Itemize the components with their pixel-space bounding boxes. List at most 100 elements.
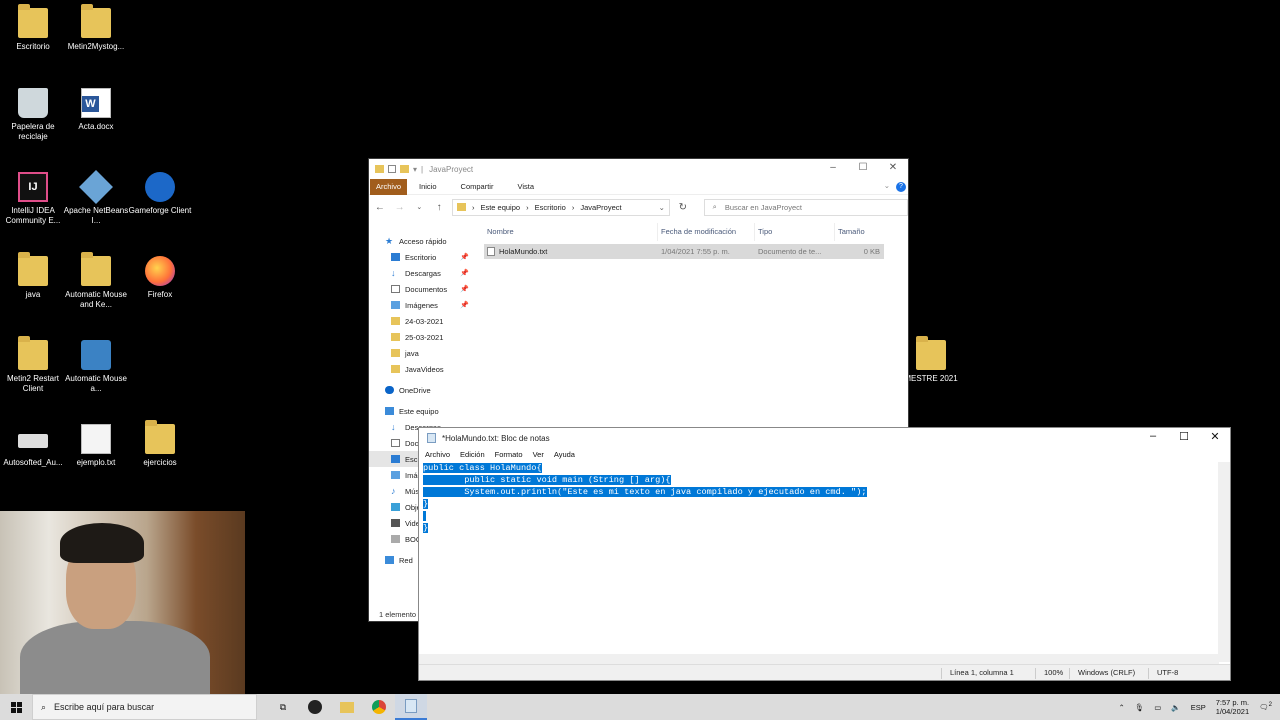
volume-icon[interactable]: 🔈	[1171, 703, 1180, 712]
start-button[interactable]	[0, 694, 32, 720]
nav-item-label: OneDrive	[399, 385, 431, 395]
desktop-icon-ejercicios[interactable]: ejercicios	[127, 420, 193, 468]
explorer-titlebar: ▾ | JavaProyect – ☐ ✕	[369, 159, 908, 179]
breadcrumb-javaproyect[interactable]: JavaProyect	[580, 203, 621, 212]
minimize-button[interactable]: –	[818, 162, 848, 173]
column-header-tipo[interactable]: Tipo	[755, 223, 835, 241]
menu-formato[interactable]: Formato	[495, 450, 523, 459]
close-button[interactable]: ✕	[878, 162, 908, 173]
expand-ribbon-icon[interactable]: ⌄	[884, 181, 890, 190]
line-ending: Windows (CRLF)	[1069, 668, 1135, 679]
chrome-icon[interactable]	[363, 694, 395, 720]
folder-icon	[391, 365, 400, 373]
back-arrow-icon[interactable]: ←	[373, 202, 387, 213]
nav-item-documentos[interactable]: Documentos 📌	[369, 281, 477, 297]
task-view-icon[interactable]: ⧉	[267, 694, 299, 720]
refresh-icon[interactable]: ↻	[676, 202, 690, 213]
notepad-taskbar-icon[interactable]	[395, 694, 427, 720]
folder-icon	[391, 349, 400, 357]
text-file-icon	[487, 247, 495, 256]
desktop-icon-automatic-mouse-app[interactable]: Automatic Mouse a...	[63, 340, 129, 394]
menu-ayuda[interactable]: Ayuda	[554, 450, 575, 459]
text-editor-area[interactable]: public class HolaMundo{ public static vo…	[423, 462, 1213, 652]
desktop-icon-metin2mystog[interactable]: Metin2Mystog...	[63, 4, 129, 52]
desktop-icon-automatic-mouse-folder[interactable]: Automatic Mouse and Ke...	[63, 252, 129, 310]
breadcrumb-este-equipo[interactable]: Este equipo	[480, 203, 520, 212]
minimize-button[interactable]: –	[1138, 430, 1168, 442]
video-icon	[391, 519, 400, 527]
chevron-up-icon[interactable]: ⌃	[1118, 703, 1124, 712]
gameforge-icon	[145, 172, 175, 202]
desktop-icon-label: Autosofted_Au...	[3, 458, 63, 467]
checkbox-icon[interactable]	[388, 165, 396, 173]
maximize-button[interactable]: ☐	[848, 162, 878, 173]
column-header-fecha[interactable]: Fecha de modificación	[658, 223, 755, 241]
horizontal-scrollbar[interactable]	[419, 654, 1219, 664]
tab-archivo[interactable]: Archivo	[370, 178, 408, 195]
desktop-icon-label: Metin2 Restart Client	[6, 374, 60, 393]
desktop-icon-gameforge[interactable]: Gameforge Client	[127, 172, 193, 216]
menu-ver[interactable]: Ver	[533, 450, 544, 459]
desktop-icon-firefox[interactable]: Firefox	[127, 256, 193, 300]
desktop-icon-metin2-restart[interactable]: Metin2 Restart Client	[0, 336, 66, 394]
file-explorer-taskbar-icon[interactable]	[331, 694, 363, 720]
nav-item-descargas[interactable]: ↓ Descargas 📌	[369, 265, 477, 281]
maximize-button[interactable]: ☐	[1169, 430, 1199, 443]
folder-icon	[391, 333, 400, 341]
desktop-icon-acta-docx[interactable]: W Acta.docx	[63, 88, 129, 132]
desktop-icon-java[interactable]: java	[0, 252, 66, 300]
nav-item-onedrive[interactable]: OneDrive	[369, 382, 477, 398]
desktop-icon-label: Apache NetBeans I...	[63, 206, 129, 225]
menu-archivo[interactable]: Archivo	[425, 450, 450, 459]
desktop-icon-escritorio[interactable]: Escritorio	[0, 4, 66, 52]
nav-item-25-03-2021[interactable]: 25-03-2021	[369, 329, 477, 345]
clock-date: 1/04/2021	[1215, 707, 1250, 716]
vertical-scrollbar[interactable]	[1218, 462, 1230, 662]
notification-center-icon[interactable]: 🗨2	[1259, 702, 1272, 712]
network-icon	[385, 556, 394, 564]
up-arrow-icon[interactable]: ↑	[432, 202, 446, 213]
microphone-icon[interactable]: 🎙	[1135, 703, 1145, 712]
desktop-icon-label: java	[25, 290, 41, 299]
network-icon[interactable]: ▭	[1154, 703, 1161, 712]
desktop-icon-ejemplo-txt[interactable]: ejemplo.txt	[63, 424, 129, 468]
chevron-down-icon[interactable]: ▾	[413, 165, 417, 174]
taskbar-search-placeholder: Escribe aquí para buscar	[54, 702, 155, 712]
language-indicator[interactable]: ESP	[1191, 703, 1206, 712]
breadcrumb-separator: ›	[526, 202, 529, 212]
nav-item-java[interactable]: java	[369, 345, 477, 361]
desktop-icon-label: Automatic Mouse a...	[65, 374, 127, 393]
taskbar-search[interactable]: ⌕ Escribe aquí para buscar	[32, 694, 257, 720]
file-row[interactable]: HolaMundo.txt 1/04/2021 7:55 p. m. Docum…	[484, 244, 884, 259]
new-folder-icon[interactable]	[400, 165, 409, 173]
address-bar[interactable]: › Este equipo › Escritorio › JavaProyect…	[451, 198, 670, 216]
recent-locations-icon[interactable]: ⌄	[412, 203, 426, 211]
close-button[interactable]: ✕	[1200, 430, 1230, 443]
desktop-icon-recycle-bin[interactable]: Papelera de reciclaje	[0, 88, 66, 142]
file-list: Nombre Fecha de modificación Tipo Tamaño…	[484, 223, 884, 259]
desktop-icon-intellij[interactable]: IJ IntelliJ IDEA Community E...	[0, 172, 66, 226]
tab-compartir[interactable]: Compartir	[449, 179, 506, 195]
nav-item-24-03-2021[interactable]: 24-03-2021	[369, 313, 477, 329]
menu-edicion[interactable]: Edición	[460, 450, 485, 459]
tab-vista[interactable]: Vista	[505, 179, 546, 195]
help-icon[interactable]: ?	[896, 182, 906, 192]
column-header-tamano[interactable]: Tamaño	[835, 223, 883, 241]
nav-item-escritorio[interactable]: Escritorio 📌	[369, 249, 477, 265]
nav-item-javavideos[interactable]: JavaVideos	[369, 361, 477, 377]
nav-item-imagenes[interactable]: Imágenes 📌	[369, 297, 477, 313]
breadcrumb-escritorio[interactable]: Escritorio	[535, 203, 566, 212]
search-input[interactable]: ⌕ Buscar en JavaProyect	[703, 198, 908, 216]
media-player-icon[interactable]	[299, 694, 331, 720]
nav-item-acceso-rapido[interactable]: ★ Acceso rápido	[369, 233, 477, 249]
title-separator: |	[421, 164, 424, 174]
forward-arrow-icon[interactable]: →	[393, 202, 407, 213]
desktop-icon-autosofted[interactable]: Autosofted_Au...	[0, 424, 66, 468]
nav-item-este-equipo[interactable]: Este equipo	[369, 403, 477, 419]
column-header-nombre[interactable]: Nombre	[484, 223, 658, 241]
tab-inicio[interactable]: Inicio	[407, 179, 449, 195]
folder-icon	[916, 336, 946, 370]
desktop-icon-netbeans[interactable]: Apache NetBeans I...	[63, 170, 129, 226]
address-dropdown-icon[interactable]: ⌄	[659, 203, 665, 212]
clock[interactable]: 7:57 p. m. 1/04/2021	[1216, 698, 1249, 716]
